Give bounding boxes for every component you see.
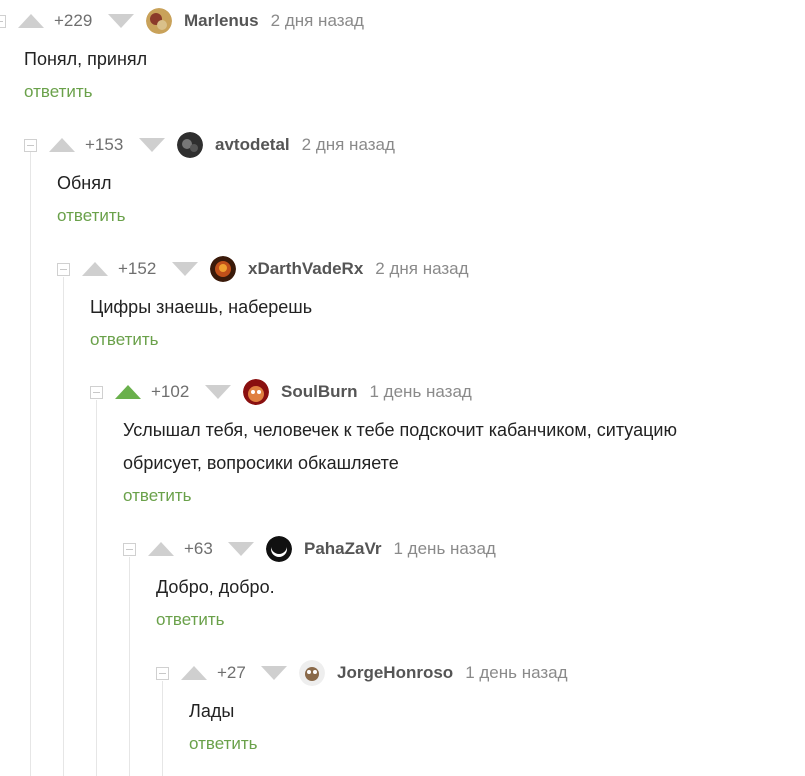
comment-author[interactable]: avtodetal [215,135,290,155]
comment-time[interactable]: 2 дня назад [302,135,395,155]
comment-header: +153 avtodetal 2 дня назад [24,132,395,158]
comment-rating: +153 [85,135,124,154]
reply-link[interactable]: ответить [156,610,225,630]
downvote-icon[interactable] [108,14,134,28]
comment-rating: +27 [217,663,246,682]
avatar[interactable] [266,536,292,562]
downvote-icon[interactable] [172,262,198,276]
collapse-button[interactable] [24,138,37,152]
reply-link[interactable]: ответить [57,206,126,226]
collapse-button[interactable] [0,14,6,28]
comment: +27 JorgeHonroso 1 день назад Лады ответ… [156,660,568,754]
comment-text: Лады [189,695,568,728]
avatar[interactable] [146,8,172,34]
comment-text: Добро, добро. [156,571,496,604]
comment-time[interactable]: 1 день назад [394,539,496,559]
collapse-button[interactable] [57,262,70,276]
comment-time[interactable]: 2 дня назад [375,259,468,279]
reply-link[interactable]: ответить [189,734,258,754]
downvote-icon[interactable] [228,542,254,556]
comment-text: Услышал тебя, человечек к тебе подскочит… [123,414,677,480]
comment-author[interactable]: xDarthVadeRx [248,259,363,279]
comment-text: Цифры знаешь, наберешь [90,291,469,324]
upvote-icon[interactable] [148,542,174,556]
comment-text-line: Обнял [57,173,112,193]
collapse-button[interactable] [123,542,136,556]
comment-text: Понял, принял [24,43,364,76]
avatar[interactable] [299,660,325,686]
downvote-icon[interactable] [139,138,165,152]
comment-text-line: Понял, принял [24,49,148,69]
comment-text-line: Цифры знаешь, наберешь [90,297,313,317]
comment: +102 SoulBurn 1 день назад Услышал тебя,… [90,379,677,506]
reply-link[interactable]: ответить [123,486,192,506]
comment-header: +102 SoulBurn 1 день назад [90,379,677,405]
comment-time[interactable]: 1 день назад [465,663,567,683]
thread-line [30,148,31,776]
upvote-icon[interactable] [115,385,141,399]
comment: +63 PahaZaVr 1 день назад Добро, добро. … [123,536,496,630]
comment-rating: +229 [54,11,93,30]
reply-link[interactable]: ответить [90,330,159,350]
comment-header: +229 Marlenus 2 дня назад [0,8,364,34]
collapse-button[interactable] [156,666,169,680]
comment-text-line: Добро, добро. [156,577,275,597]
comment-text: Обнял [57,167,395,200]
comment-author[interactable]: JorgeHonroso [337,663,453,683]
reply-link[interactable]: ответить [24,82,93,102]
comment-author[interactable]: PahaZaVr [304,539,382,559]
thread-line [63,277,64,776]
upvote-icon[interactable] [181,666,207,680]
comment-author[interactable]: Marlenus [184,11,259,31]
collapse-button[interactable] [90,385,103,399]
downvote-icon[interactable] [261,666,287,680]
avatar[interactable] [243,379,269,405]
comment-text-line: Лады [189,701,235,721]
upvote-icon[interactable] [82,262,108,276]
comment-text-line: обрисует, вопросики обкашляете [123,453,399,473]
comment-time[interactable]: 1 день назад [370,382,472,402]
comment: +153 avtodetal 2 дня назад Обнял ответит… [24,132,395,226]
comment-header: +152 xDarthVadeRx 2 дня назад [57,256,469,282]
comment-header: +27 JorgeHonroso 1 день назад [156,660,568,686]
comment: +229 Marlenus 2 дня назад Понял, принял … [0,8,364,102]
upvote-icon[interactable] [49,138,75,152]
comment-author[interactable]: SoulBurn [281,382,358,402]
comment-rating: +102 [151,382,190,401]
comment-header: +63 PahaZaVr 1 день назад [123,536,496,562]
downvote-icon[interactable] [205,385,231,399]
comment-rating: +152 [118,259,157,278]
comment: +152 xDarthVadeRx 2 дня назад Цифры знае… [57,256,469,350]
avatar[interactable] [210,256,236,282]
comment-time[interactable]: 2 дня назад [271,11,364,31]
avatar[interactable] [177,132,203,158]
upvote-icon[interactable] [18,14,44,28]
comment-text-line: Услышал тебя, человечек к тебе подскочит… [123,420,677,440]
comment-rating: +63 [184,539,213,558]
